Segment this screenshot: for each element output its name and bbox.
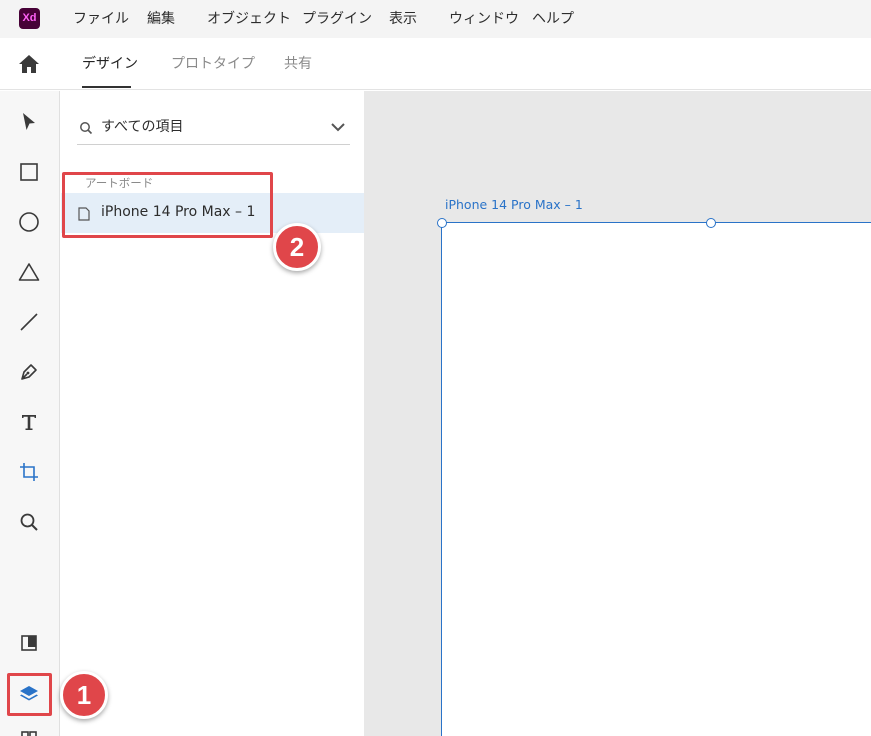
zoom-icon[interactable] <box>14 507 44 537</box>
menu-file[interactable]: ファイル <box>73 0 129 38</box>
ellipse-icon[interactable] <box>14 207 44 237</box>
tab-prototype[interactable]: プロトタイプ <box>171 38 255 90</box>
callout-badge-1: 1 <box>60 671 108 719</box>
callout-badge-2: 2 <box>273 223 321 271</box>
menu-object[interactable]: オブジェクト <box>207 0 291 38</box>
menu-help[interactable]: ヘルプ <box>532 0 574 38</box>
menu-edit[interactable]: 編集 <box>147 0 175 38</box>
artboard-highlight-box <box>62 172 273 238</box>
tool-bar <box>0 91 60 736</box>
xd-logo: Xd <box>19 8 40 29</box>
artboard-title-label[interactable]: iPhone 14 Pro Max – 1 <box>445 197 583 212</box>
menu-window[interactable]: ウィンドウ <box>449 0 519 38</box>
menu-plugins[interactable]: プラグイン <box>302 0 372 38</box>
layer-filter-dropdown[interactable]: すべての項目 <box>77 111 350 145</box>
layers-highlight-box <box>7 673 52 716</box>
text-icon[interactable] <box>14 407 44 437</box>
layer-filter-value: すべての項目 <box>101 119 184 135</box>
assets-icon[interactable] <box>14 628 44 658</box>
canvas[interactable]: iPhone 14 Pro Max – 1 <box>364 91 871 736</box>
active-tab-indicator <box>82 86 131 88</box>
tab-design[interactable]: デザイン <box>82 38 138 90</box>
plugins-icon[interactable] <box>14 724 44 736</box>
artboard[interactable] <box>441 222 871 736</box>
artboard-icon[interactable] <box>14 457 44 487</box>
menu-bar: Xd ファイル 編集 オブジェクト プラグイン 表示 ウィンドウ ヘルプ <box>0 0 871 38</box>
resize-handle-top-left[interactable] <box>437 218 447 228</box>
pen-icon[interactable] <box>14 357 44 387</box>
mode-tab-bar: デザイン プロトタイプ 共有 <box>0 38 871 90</box>
select-arrow-icon[interactable] <box>14 107 44 137</box>
xd-window: Xd ファイル 編集 オブジェクト プラグイン 表示 ウィンドウ ヘルプ デザイ… <box>0 0 871 736</box>
chevron-down-icon[interactable] <box>330 119 346 135</box>
resize-handle-top-center[interactable] <box>706 218 716 228</box>
rectangle-icon[interactable] <box>14 157 44 187</box>
menu-view[interactable]: 表示 <box>389 0 417 38</box>
tab-share[interactable]: 共有 <box>284 38 312 90</box>
line-icon[interactable] <box>14 307 44 337</box>
home-icon[interactable] <box>18 54 40 74</box>
polygon-icon[interactable] <box>14 257 44 287</box>
search-icon <box>79 120 93 135</box>
